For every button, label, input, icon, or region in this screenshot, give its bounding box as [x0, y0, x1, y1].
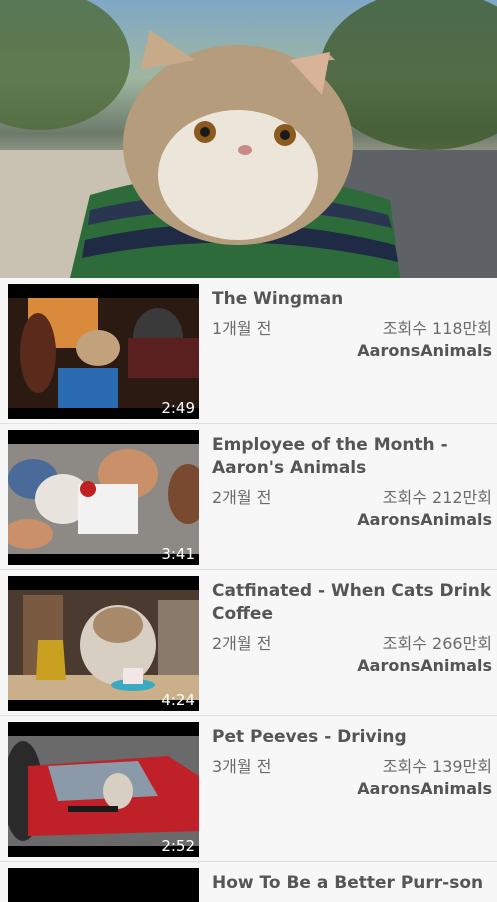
cat-coffee-image — [8, 590, 199, 700]
video-list-item[interactable]: 2:52 Pet Peeves - Driving 3개월 전 조회수 139만… — [0, 716, 497, 862]
cat-in-bar-image — [8, 298, 199, 408]
cat-video-frame — [0, 0, 497, 278]
video-views: 조회수 139만회 — [382, 757, 492, 776]
video-player[interactable] — [0, 0, 497, 278]
video-age: 1개월 전 — [212, 319, 272, 338]
video-thumbnail[interactable] — [8, 868, 199, 902]
video-thumbnail[interactable]: 3:41 — [8, 430, 199, 565]
video-duration: 2:52 — [161, 837, 195, 855]
video-duration: 3:41 — [161, 545, 195, 563]
video-title[interactable]: Catfinated - When Cats Drink Coffee — [212, 580, 492, 626]
video-title[interactable]: Pet Peeves - Driving — [212, 726, 492, 749]
video-title[interactable]: Employee of the Month - Aaron's Animals — [212, 434, 492, 480]
video-list-item[interactable]: 3:41 Employee of the Month - Aaron's Ani… — [0, 424, 497, 570]
cat-employee-image — [8, 444, 199, 554]
video-views: 조회수 266만회 — [382, 634, 492, 653]
channel-name[interactable]: AaronsAnimals — [212, 779, 492, 798]
video-list-item[interactable]: 2:49 The Wingman 1개월 전 조회수 118만회 AaronsA… — [0, 278, 497, 424]
video-duration: 4:24 — [161, 691, 195, 709]
video-title[interactable]: The Wingman — [212, 288, 492, 311]
video-views: 조회수 118만회 — [382, 319, 492, 338]
video-list: 2:49 The Wingman 1개월 전 조회수 118만회 AaronsA… — [0, 278, 497, 902]
channel-name[interactable]: AaronsAnimals — [212, 656, 492, 675]
video-age: 2개월 전 — [212, 488, 272, 507]
video-age: 2개월 전 — [212, 634, 272, 653]
video-views: 조회수 212만회 — [382, 488, 492, 507]
video-thumbnail[interactable]: 2:49 — [8, 284, 199, 419]
channel-name[interactable]: AaronsAnimals — [212, 341, 492, 360]
video-thumbnail[interactable]: 4:24 — [8, 576, 199, 711]
video-age: 3개월 전 — [212, 757, 272, 776]
video-duration: 2:49 — [161, 399, 195, 417]
channel-name[interactable]: AaronsAnimals — [212, 510, 492, 529]
video-list-item[interactable]: How To Be a Better Purr-son — [0, 862, 497, 902]
video-title[interactable]: How To Be a Better Purr-son — [212, 872, 492, 895]
video-thumbnail[interactable]: 2:52 — [8, 722, 199, 857]
video-list-item[interactable]: 4:24 Catfinated - When Cats Drink Coffee… — [0, 570, 497, 716]
cat-driving-image — [8, 736, 199, 846]
